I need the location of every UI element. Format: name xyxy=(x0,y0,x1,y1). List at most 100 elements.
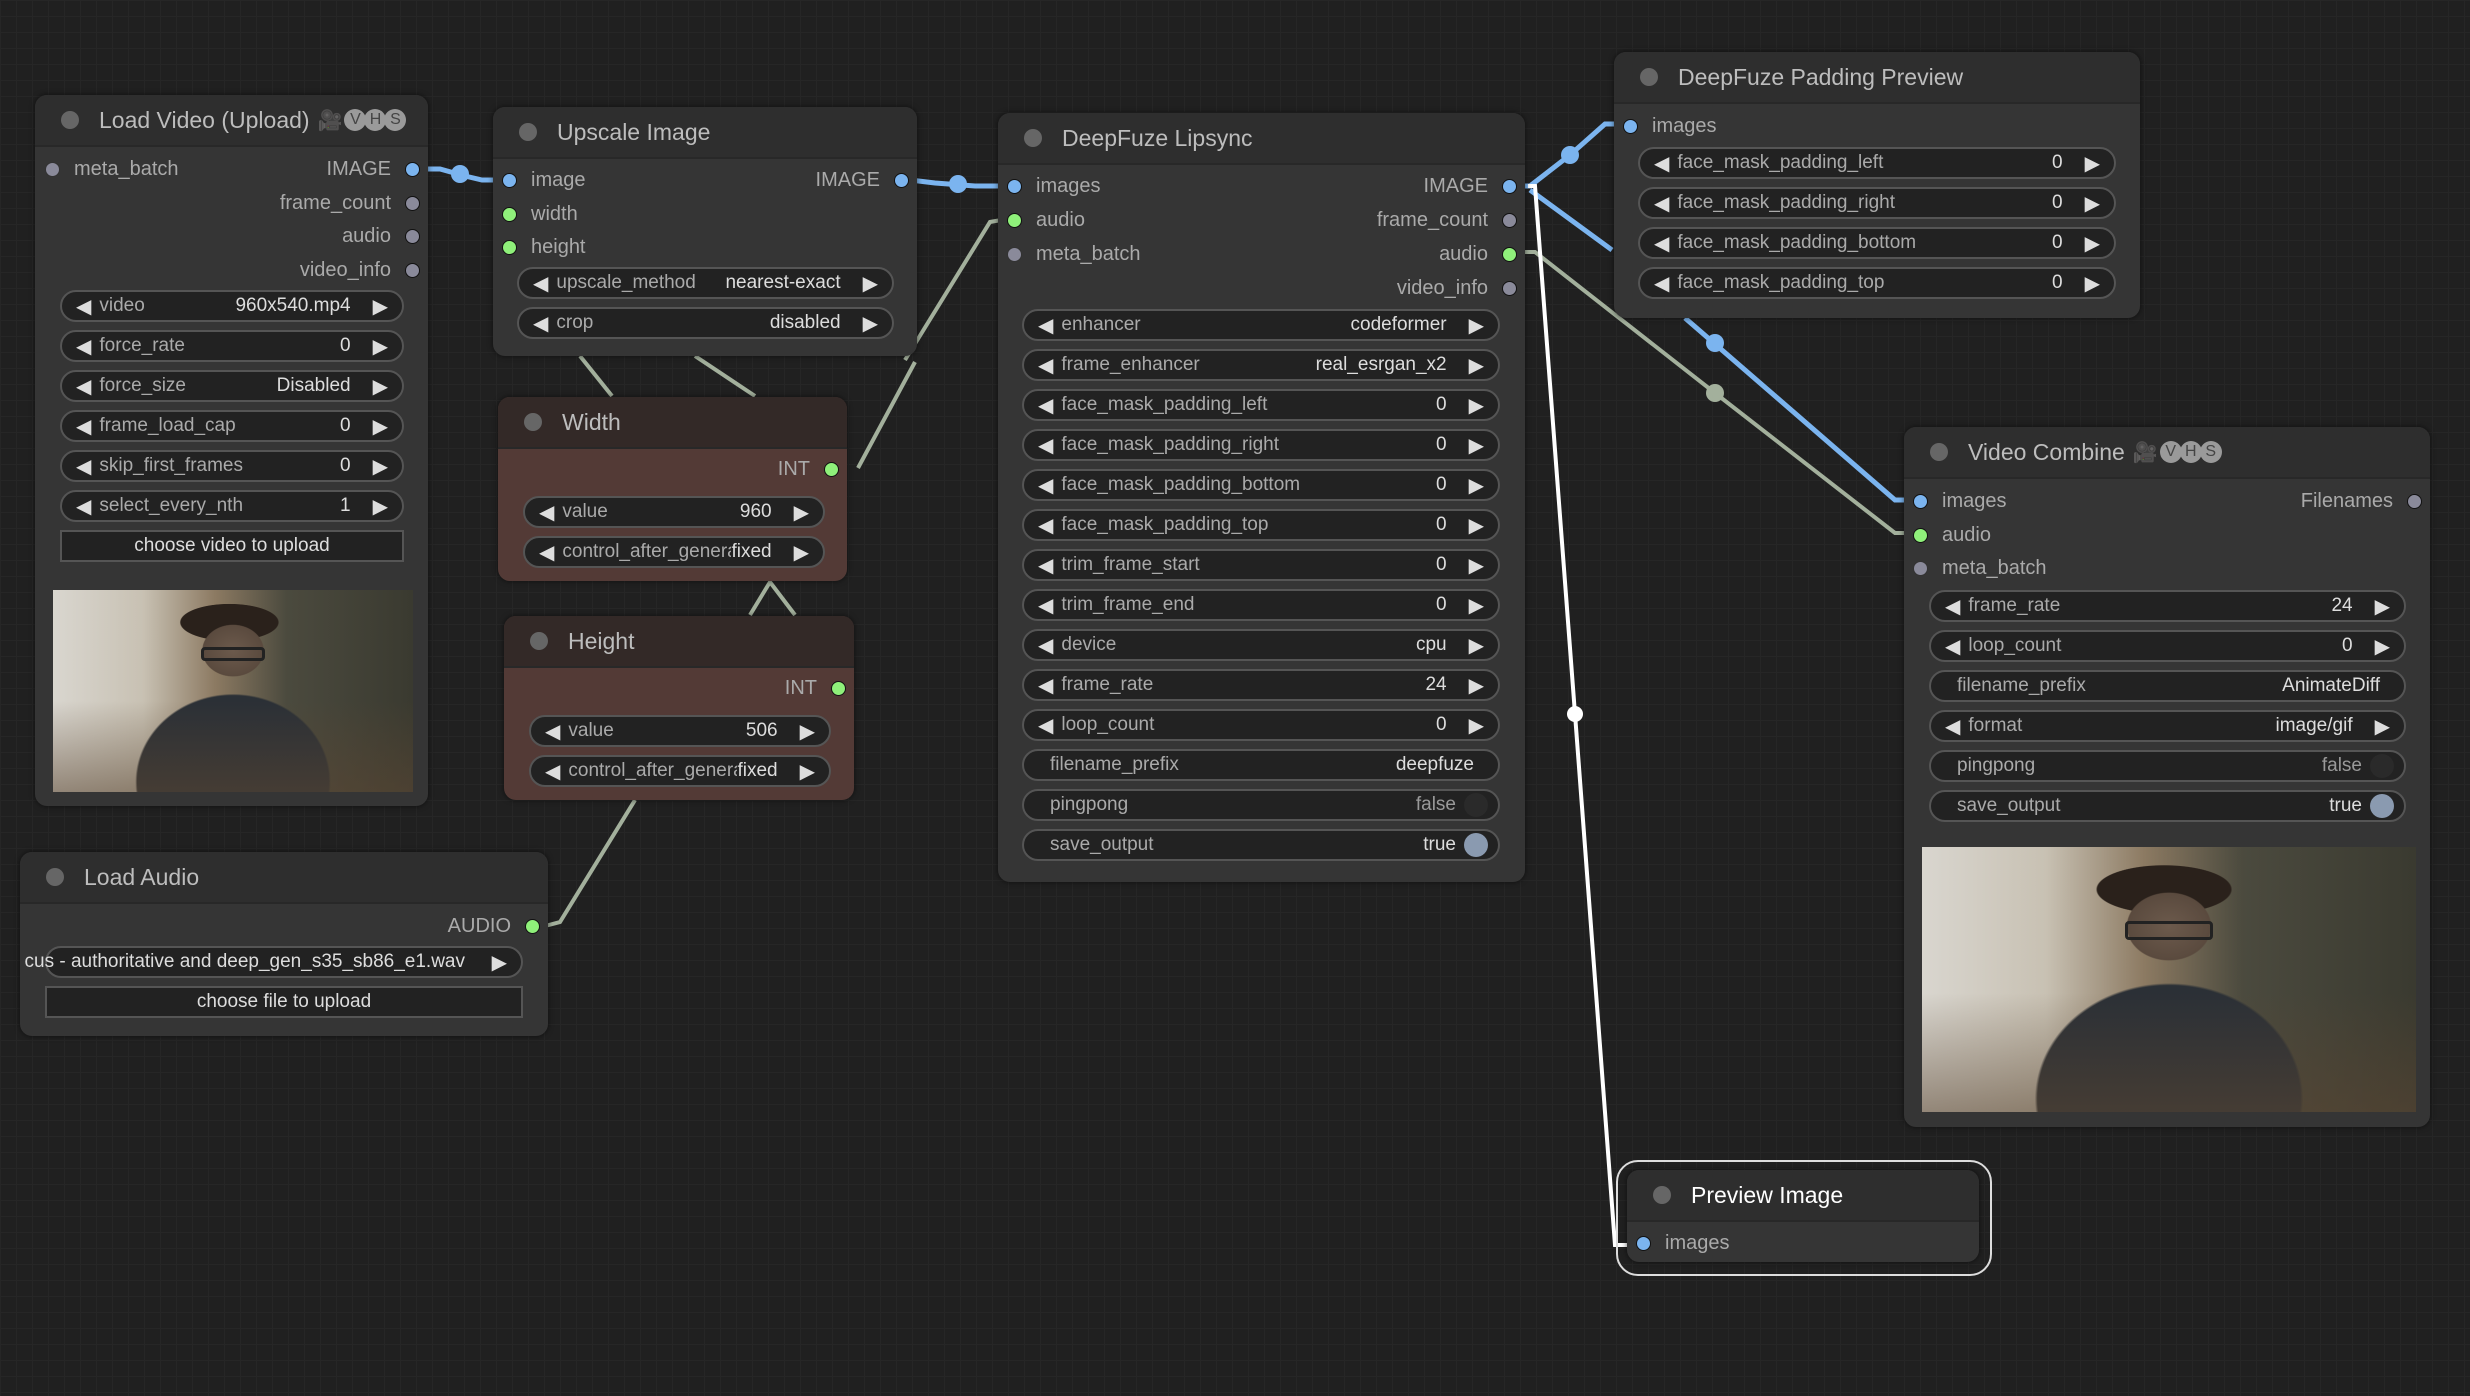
collapse-dot-icon[interactable] xyxy=(46,868,64,886)
collapse-dot-icon[interactable] xyxy=(1024,129,1042,147)
decrement-arrow-icon[interactable]: ◀ xyxy=(545,719,560,744)
decrement-arrow-icon[interactable]: ◀ xyxy=(76,294,91,319)
decrement-arrow-icon[interactable]: ◀ xyxy=(1038,473,1053,498)
widget-value[interactable]: cus - authoritative and deep_gen_s35_sb8… xyxy=(25,951,466,973)
widget-frame-rate[interactable]: ◀ frame_rate 24 ▶ xyxy=(1929,590,2406,622)
output-slot-filenames[interactable]: Filenames xyxy=(2301,486,2422,516)
increment-arrow-icon[interactable]: ▶ xyxy=(492,950,507,975)
widget-enhancer[interactable]: ◀ enhancer codeformer ▶ xyxy=(1022,309,1500,341)
choose-file-upload-button[interactable]: choose file to upload xyxy=(45,986,523,1018)
widget-value[interactable]: fixed xyxy=(737,760,777,782)
increment-arrow-icon[interactable]: ▶ xyxy=(794,540,809,565)
output-slot-int[interactable]: INT xyxy=(778,454,839,484)
output-slot-frame-count[interactable]: frame_count xyxy=(280,188,420,218)
output-slot-image[interactable]: IMAGE xyxy=(327,154,420,184)
slot-dot-icon[interactable] xyxy=(1007,246,1022,262)
link-midpoint[interactable] xyxy=(949,175,967,193)
decrement-arrow-icon[interactable]: ◀ xyxy=(1038,633,1053,658)
node-title-bar[interactable]: Preview Image xyxy=(1627,1170,1979,1222)
slot-dot-icon[interactable] xyxy=(405,262,420,278)
widget-trim-frame-end[interactable]: ◀ trim_frame_end 0 ▶ xyxy=(1022,589,1500,621)
widget-face-mask-padding-top[interactable]: ◀ face_mask_padding_top 0 ▶ xyxy=(1022,509,1500,541)
widget-value[interactable]: cpu xyxy=(1416,634,1447,656)
decrement-arrow-icon[interactable]: ◀ xyxy=(1038,393,1053,418)
widget-value[interactable]: image/gif xyxy=(2276,715,2353,737)
increment-arrow-icon[interactable]: ▶ xyxy=(2085,231,2100,256)
toggle-save-output[interactable]: save_output true xyxy=(1929,790,2406,822)
widget-control-after-generate[interactable]: ◀ control_after_generatefixed ▶ xyxy=(523,536,825,568)
increment-arrow-icon[interactable]: ▶ xyxy=(863,271,878,296)
widget-force-rate[interactable]: ◀ force_rate 0 ▶ xyxy=(60,330,404,362)
widget-value[interactable]: fixed xyxy=(731,541,771,563)
slot-dot-icon[interactable] xyxy=(1913,493,1928,509)
input-slot-audio[interactable]: audio xyxy=(1913,520,1991,550)
widget-value[interactable]: ◀ value 960 ▶ xyxy=(523,496,825,528)
node-title-bar[interactable]: DeepFuze Lipsync xyxy=(998,113,1525,165)
widget-crop[interactable]: ◀ crop disabled ▶ xyxy=(517,307,894,339)
widget-value[interactable]: 960x540.mp4 xyxy=(235,295,350,317)
increment-arrow-icon[interactable]: ▶ xyxy=(373,374,388,399)
slot-dot-icon[interactable] xyxy=(1636,1235,1651,1251)
slot-dot-icon[interactable] xyxy=(1502,178,1517,194)
widget-skip-first-frames[interactable]: ◀ skip_first_frames 0 ▶ xyxy=(60,450,404,482)
decrement-arrow-icon[interactable]: ◀ xyxy=(1038,433,1053,458)
widget-video[interactable]: ◀ video 960x540.mp4 ▶ xyxy=(60,290,404,322)
node-title-bar[interactable]: Load Video (Upload) 🎥 V H S xyxy=(35,95,428,147)
input-slot-meta-batch[interactable]: meta_batch xyxy=(1007,239,1141,269)
output-slot-audio[interactable]: audio xyxy=(342,221,420,251)
increment-arrow-icon[interactable]: ▶ xyxy=(1469,353,1484,378)
slot-dot-icon[interactable] xyxy=(502,172,517,188)
slot-dot-icon[interactable] xyxy=(831,680,846,696)
widget-value[interactable]: disabled xyxy=(770,312,841,334)
increment-arrow-icon[interactable]: ▶ xyxy=(800,719,815,744)
node-title-bar[interactable]: Upscale Image xyxy=(493,107,917,159)
widget-value[interactable]: 0 xyxy=(1436,434,1447,456)
widget-value[interactable]: 0 xyxy=(2052,272,2063,294)
widget-control-after-generate[interactable]: ◀ control_after_generatefixed ▶ xyxy=(529,755,831,787)
output-slot-image[interactable]: IMAGE xyxy=(1424,171,1517,201)
collapse-dot-icon[interactable] xyxy=(530,632,548,650)
decrement-arrow-icon[interactable]: ◀ xyxy=(1654,151,1669,176)
input-slot-meta-batch[interactable]: meta_batch xyxy=(45,154,179,184)
widget-face-mask-padding-left[interactable]: ◀ face_mask_padding_left 0 ▶ xyxy=(1638,147,2116,179)
node-width[interactable]: Width INT ◀ value 960 ▶ ◀ control_after_gene… xyxy=(498,397,847,581)
widget-value[interactable]: 0 xyxy=(1436,554,1447,576)
increment-arrow-icon[interactable]: ▶ xyxy=(2375,594,2390,619)
widget-trim-frame-start[interactable]: ◀ trim_frame_start 0 ▶ xyxy=(1022,549,1500,581)
widget-value[interactable]: 0 xyxy=(1436,594,1447,616)
widget-value[interactable]: 0 xyxy=(1436,474,1447,496)
increment-arrow-icon[interactable]: ▶ xyxy=(1469,593,1484,618)
decrement-arrow-icon[interactable]: ◀ xyxy=(1654,191,1669,216)
increment-arrow-icon[interactable]: ▶ xyxy=(2085,191,2100,216)
increment-arrow-icon[interactable]: ▶ xyxy=(1469,713,1484,738)
collapse-dot-icon[interactable] xyxy=(61,111,79,129)
increment-arrow-icon[interactable]: ▶ xyxy=(373,414,388,439)
decrement-arrow-icon[interactable]: ◀ xyxy=(533,271,548,296)
node-title-bar[interactable]: Height xyxy=(504,616,854,668)
slot-dot-icon[interactable] xyxy=(1623,118,1638,134)
input-slot-image[interactable]: image xyxy=(502,165,585,195)
widget-value[interactable]: codeformer xyxy=(1351,314,1447,336)
collapse-dot-icon[interactable] xyxy=(1930,443,1948,461)
toggle-knob-icon[interactable] xyxy=(1464,793,1488,817)
decrement-arrow-icon[interactable]: ◀ xyxy=(1945,594,1960,619)
widget-value[interactable]: nearest-exact xyxy=(725,272,840,294)
slot-dot-icon[interactable] xyxy=(894,172,909,188)
output-slot-video-info[interactable]: video_info xyxy=(300,255,420,285)
decrement-arrow-icon[interactable]: ◀ xyxy=(76,494,91,519)
increment-arrow-icon[interactable]: ▶ xyxy=(1469,313,1484,338)
increment-arrow-icon[interactable]: ▶ xyxy=(2375,634,2390,659)
increment-arrow-icon[interactable]: ▶ xyxy=(1469,553,1484,578)
input-slot-audio[interactable]: audio xyxy=(1007,205,1085,235)
node-deepfuze-padding-preview[interactable]: DeepFuze Padding Preview images ◀ face_ma… xyxy=(1614,52,2140,318)
node-load-video[interactable]: Load Video (Upload) 🎥 V H S meta_batch I… xyxy=(35,95,428,806)
link-midpoint[interactable] xyxy=(1567,706,1583,722)
widget-value[interactable]: 0 xyxy=(1436,394,1447,416)
slot-dot-icon[interactable] xyxy=(2407,493,2422,509)
widget-frame-load-cap[interactable]: ◀ frame_load_cap 0 ▶ xyxy=(60,410,404,442)
widget-face-mask-padding-bottom[interactable]: ◀ face_mask_padding_bottom 0 ▶ xyxy=(1022,469,1500,501)
widget-select-every-nth[interactable]: ◀ select_every_nth 1 ▶ xyxy=(60,490,404,522)
increment-arrow-icon[interactable]: ▶ xyxy=(800,759,815,784)
widget-filename-prefix[interactable]: filename_prefix AnimateDiff xyxy=(1929,670,2406,702)
slot-dot-icon[interactable] xyxy=(502,206,517,222)
